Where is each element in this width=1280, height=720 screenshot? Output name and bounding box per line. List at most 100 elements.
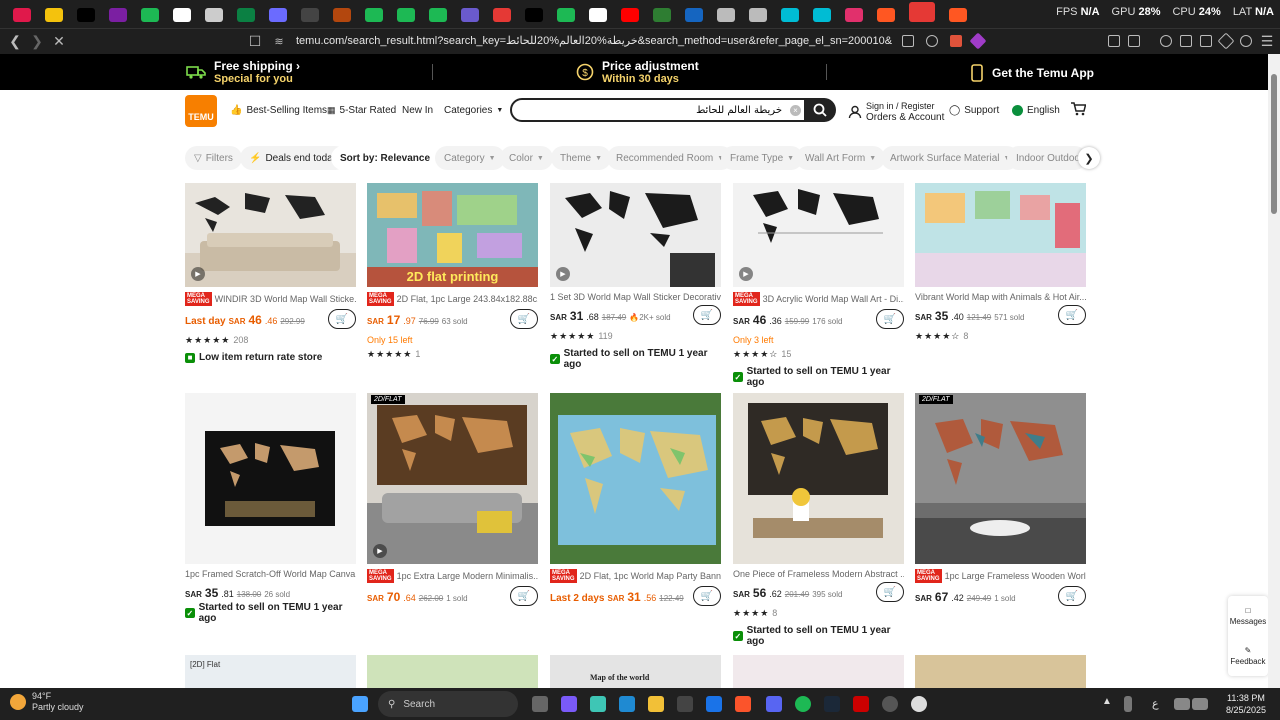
add-to-cart-button[interactable]: 🛒 — [876, 309, 904, 329]
product-image[interactable] — [550, 393, 721, 564]
volume-icon[interactable] — [1192, 698, 1208, 710]
edge-icon[interactable] — [619, 696, 635, 712]
theme-dropdown[interactable]: Theme ▼ — [551, 146, 612, 170]
product-image[interactable]: ▶ — [185, 183, 356, 287]
product-image[interactable] — [185, 393, 356, 564]
teams-icon[interactable] — [561, 696, 577, 712]
browser-tab-icon[interactable] — [813, 7, 831, 22]
bookmark-icon[interactable]: ☐ — [244, 31, 266, 53]
product-title[interactable]: Vibrant World Map with Animals & Hot Air… — [915, 292, 1086, 302]
cart-button[interactable] — [1070, 102, 1086, 116]
product-title[interactable]: 1pc Extra Large Modern Minimalis... — [397, 571, 538, 581]
browser-tab-icon[interactable] — [365, 7, 383, 22]
product-image[interactable]: ▶ — [550, 183, 721, 287]
surface-material-dropdown[interactable]: Artwork Surface Material▼ — [881, 146, 1020, 170]
vpn-icon[interactable] — [1240, 35, 1252, 47]
nav-five-star[interactable]: ▦ 5-Star Rated — [327, 105, 396, 116]
browser-tab-icon[interactable] — [877, 7, 895, 22]
price-adjustment-promo[interactable]: $ Price adjustment Within 30 days — [576, 59, 699, 85]
rewards-icon[interactable] — [969, 32, 987, 50]
stop-loading-icon[interactable]: ✕ — [48, 31, 70, 53]
browser-tab-icon[interactable] — [333, 7, 351, 22]
spotify-icon[interactable] — [795, 696, 811, 712]
nav-best-selling[interactable]: 👍 Best-Selling Items — [230, 105, 327, 116]
browser-tab-icon[interactable] — [621, 7, 639, 22]
browser-tab-icon[interactable] — [77, 7, 95, 22]
product-card[interactable]: ▶ 1 Set 3D World Map Wall Sticker Decora… — [550, 183, 721, 370]
product-card[interactable]: Vibrant World Map with Animals & Hot Air… — [915, 183, 1086, 342]
filters-button[interactable]: ▽ Filters — [185, 146, 242, 170]
product-card[interactable]: 1pc Framed Scratch-Off World Map Canva..… — [185, 393, 356, 624]
sidebar-toggle-icon[interactable] — [1180, 35, 1192, 47]
url-field[interactable]: temu.com/search_result.html?search_key=خ… — [296, 34, 892, 47]
temu-logo[interactable]: TEMU — [185, 95, 217, 127]
browser-tab-icon[interactable] — [173, 7, 191, 22]
forward-icon[interactable]: ❯ — [26, 31, 48, 53]
page-scrollbar[interactable] — [1268, 54, 1280, 688]
product-image[interactable]: [2D] Flat — [185, 655, 356, 688]
site-info-icon[interactable]: ≋ — [268, 31, 290, 53]
menu-icon[interactable]: ☰ — [1256, 31, 1278, 53]
browser-tab-icon[interactable] — [13, 7, 31, 22]
network-icon[interactable] — [1174, 698, 1190, 710]
add-to-cart-button[interactable]: 🛒 — [876, 582, 904, 602]
browser-tab-icon[interactable] — [653, 7, 671, 22]
browser-tab-icon[interactable] — [269, 7, 287, 22]
product-card[interactable]: MEGA SAVING 2D Flat, 1pc World Map Party B… — [550, 393, 721, 608]
browser-tab-icon[interactable] — [301, 7, 319, 22]
recommended-room-dropdown[interactable]: Recommended Room▼ — [607, 146, 734, 170]
steam-icon[interactable] — [824, 696, 840, 712]
free-shipping-promo[interactable]: Free shipping › Special for you — [186, 59, 300, 85]
browser-tab-icon[interactable] — [493, 7, 511, 22]
taskbar-search[interactable]: ⚲ Search — [378, 691, 518, 717]
add-to-cart-button[interactable]: 🛒 — [510, 309, 538, 329]
product-card[interactable]: [2D] Flat — [185, 655, 356, 688]
copilot-icon[interactable] — [590, 696, 606, 712]
browser-tab-icon[interactable] — [557, 7, 575, 22]
language-selector[interactable]: English — [1012, 105, 1060, 116]
browser-tab-icon[interactable] — [685, 7, 703, 22]
back-icon[interactable]: ❮ — [4, 31, 26, 53]
product-title[interactable]: 1 Set 3D World Map Wall Sticker Decorati… — [550, 292, 721, 302]
task-view-icon[interactable] — [532, 696, 548, 712]
browser-tab-icon[interactable] — [429, 7, 447, 22]
product-image[interactable] — [367, 655, 538, 688]
store-icon[interactable] — [677, 696, 693, 712]
indoor-outdoor-dropdown[interactable]: Indoor Outdoor — [1007, 146, 1087, 170]
browser-tab-icon[interactable] — [589, 7, 607, 22]
product-image[interactable] — [733, 393, 904, 564]
product-title[interactable]: One Piece of Frameless Modern Abstract .… — [733, 569, 904, 579]
product-card[interactable] — [733, 655, 904, 688]
product-card[interactable]: 2D flat printing MEGA SAVING 2D Flat, 1pc … — [367, 183, 538, 360]
browser-tab-icon[interactable] — [45, 7, 63, 22]
clear-search-icon[interactable]: × — [790, 105, 801, 116]
browser-tab-icon[interactable] — [205, 7, 223, 22]
system-clock[interactable]: 11:38 PM 8/25/2025 — [1226, 692, 1266, 716]
browser-tab-icon[interactable] — [949, 7, 967, 22]
category-dropdown[interactable]: Category ▼ — [435, 146, 505, 170]
settings-icon[interactable] — [882, 696, 898, 712]
browser-tab-icon[interactable] — [525, 7, 543, 22]
product-title[interactable]: WINDIR 3D World Map Wall Sticke... — [215, 294, 356, 304]
account-menu[interactable]: Sign in / Register Orders & Account — [848, 101, 944, 123]
input-language[interactable]: ع — [1152, 697, 1159, 710]
sort-dropdown[interactable]: Sort by: Relevance▼ — [331, 146, 450, 170]
search-button[interactable] — [804, 98, 836, 122]
chevron-up-icon[interactable]: ▲ — [1102, 696, 1118, 712]
add-to-cart-button[interactable]: 🛒 — [510, 586, 538, 606]
product-card[interactable]: One Piece of Frameless Modern Abstract .… — [733, 393, 904, 647]
wallet-icon[interactable] — [1128, 35, 1140, 47]
product-image[interactable]: 2D flat printing — [367, 183, 538, 287]
brave-icon[interactable] — [735, 696, 751, 712]
app-icon[interactable] — [911, 696, 927, 712]
product-image[interactable]: 2D/FLAT ▶ — [367, 393, 538, 564]
color-dropdown[interactable]: Color ▼ — [500, 146, 553, 170]
screenshot-icon[interactable] — [1200, 35, 1212, 47]
brave-shield-icon[interactable] — [950, 35, 962, 47]
product-card[interactable]: Map of the world — [550, 655, 721, 688]
leo-ai-icon[interactable] — [1217, 32, 1235, 50]
get-app-promo[interactable]: Get the Temu App — [970, 64, 1094, 82]
chevron-right-icon[interactable]: ❯ — [1078, 147, 1100, 169]
product-title[interactable]: 2D Flat, 1pc Large 243.84x182.88c... — [397, 294, 538, 304]
browser-tab-icon[interactable] — [909, 1, 935, 22]
